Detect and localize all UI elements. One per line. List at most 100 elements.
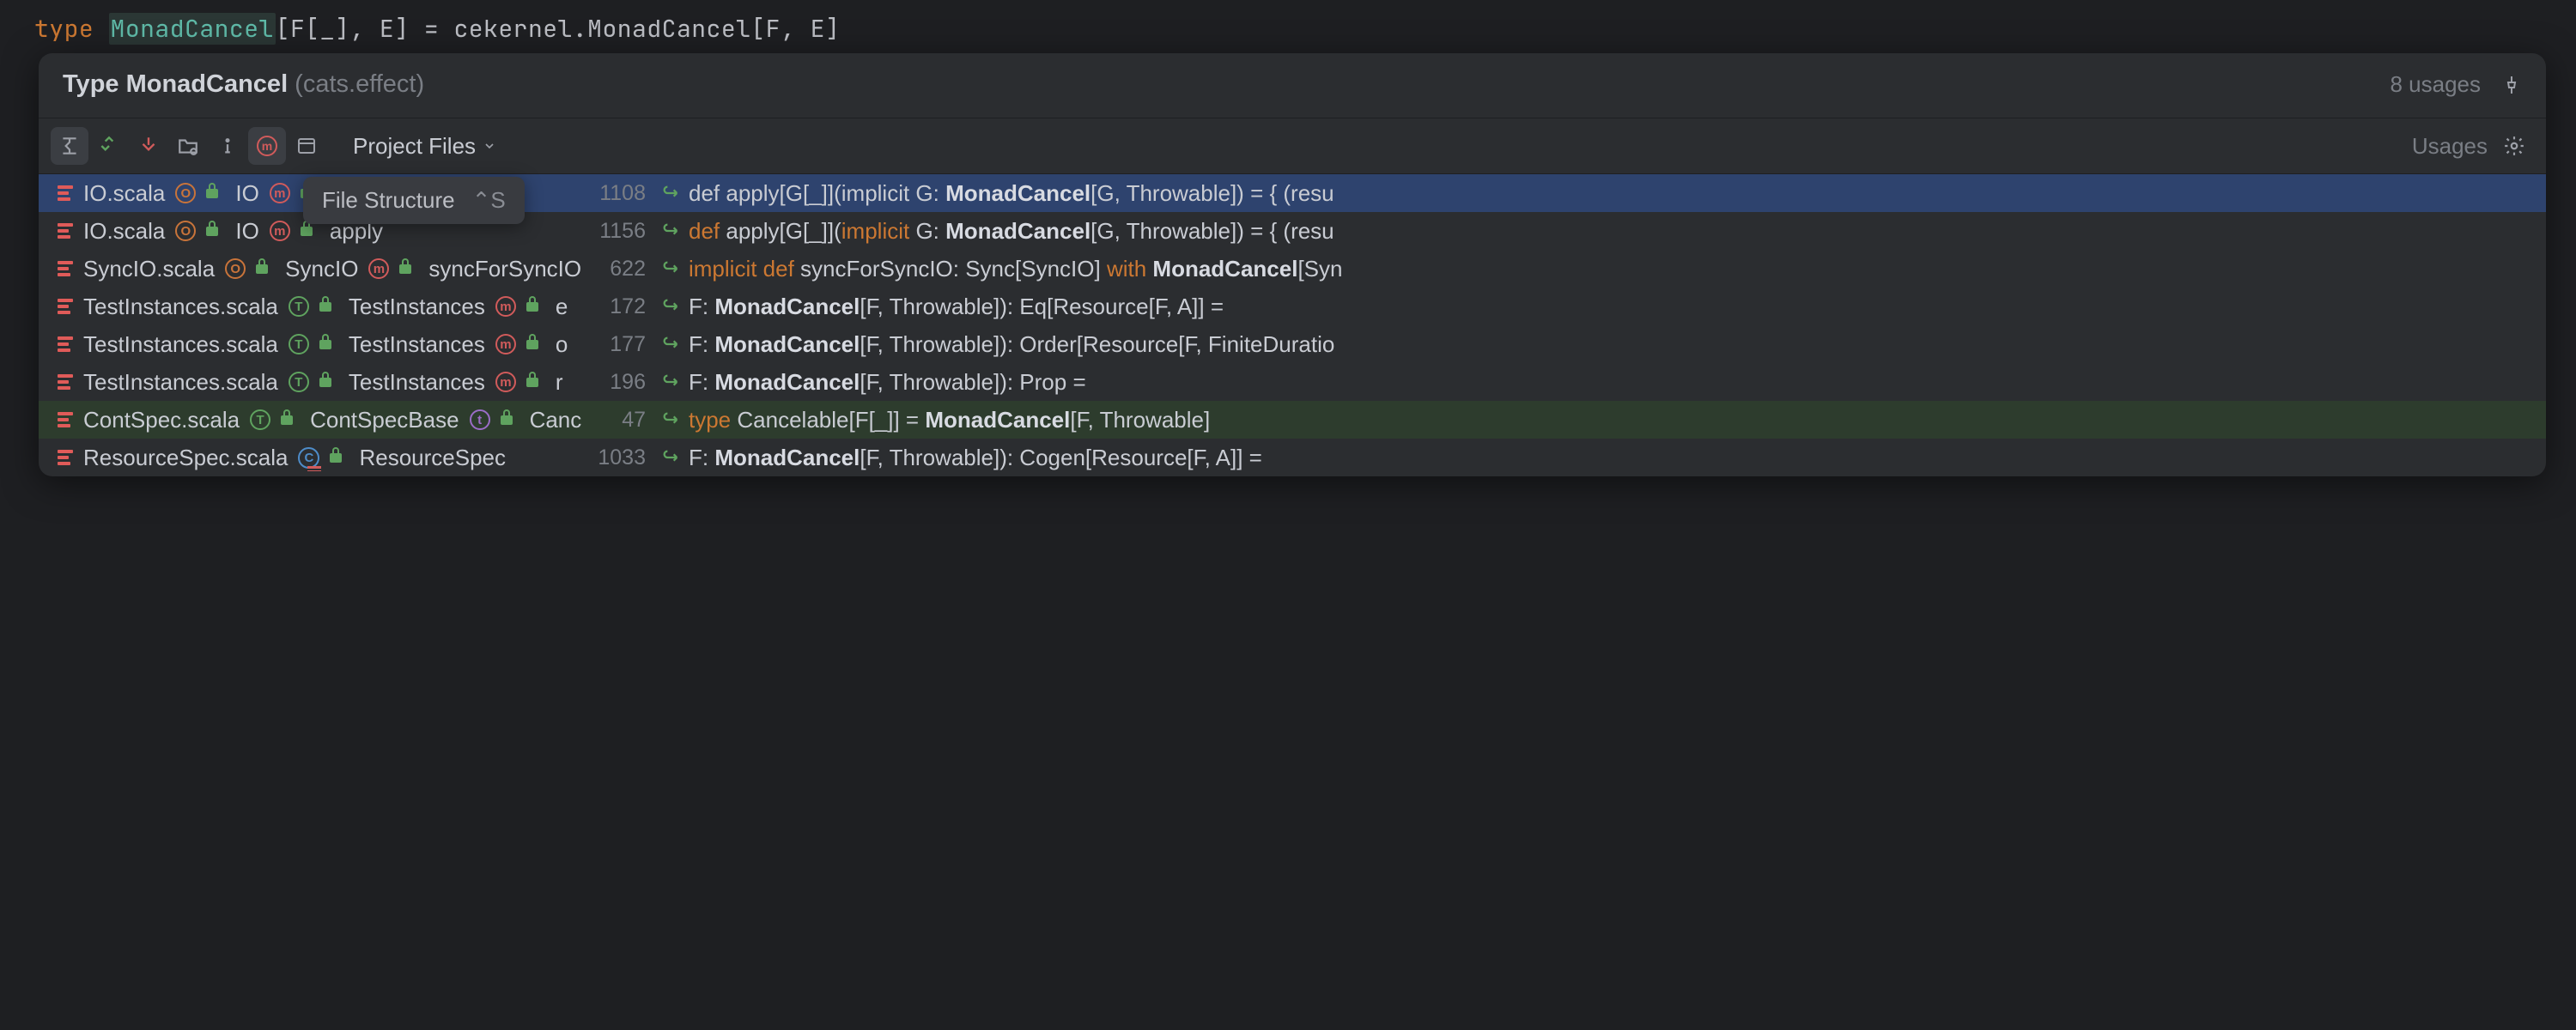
scala-file-icon <box>58 185 73 201</box>
lock-icon <box>319 298 338 316</box>
scope-selector[interactable]: Project Files <box>339 127 510 165</box>
file-name: TestInstances.scala <box>83 331 278 358</box>
lock-icon <box>501 411 519 429</box>
file-name: IO.scala <box>83 180 165 207</box>
rhs-qualifier: cekernel.MonadCancel <box>453 13 750 45</box>
lock-icon <box>206 222 225 240</box>
file-name: SyncIO.scala <box>83 256 215 282</box>
scala-file-icon <box>58 374 73 390</box>
class-name: SyncIO <box>285 256 358 282</box>
return-icon <box>661 410 680 429</box>
result-row[interactable]: ResourceSpec.scala C ResourceSpec 1033 F… <box>39 439 2546 476</box>
usage-code: def apply[G[_]](implicit G: MonadCancel[… <box>689 218 1334 245</box>
method-icon: m <box>270 221 290 241</box>
object-icon: O <box>175 183 196 203</box>
type-name[interactable]: MonadCancel <box>109 13 276 45</box>
lock-icon <box>526 373 545 391</box>
gear-icon[interactable] <box>2503 135 2525 157</box>
usage-code: F: MonadCancel[F, Throwable]): Order[Res… <box>689 331 1334 358</box>
usage-count: 8 usages <box>2390 71 2481 98</box>
return-icon <box>661 373 680 391</box>
line-number: 47 <box>586 408 646 433</box>
class-name: IO <box>235 180 258 207</box>
line-number: 1156 <box>586 219 646 244</box>
lock-icon <box>526 336 545 354</box>
return-icon <box>661 259 680 278</box>
line-number: 1108 <box>586 181 646 206</box>
trait-icon: T <box>289 334 309 354</box>
scala-file-icon <box>58 412 73 427</box>
object-icon: O <box>175 221 196 241</box>
lock-icon <box>256 260 275 278</box>
usages-tab[interactable]: Usages <box>2412 133 2488 160</box>
trait-icon: T <box>289 372 309 392</box>
file-name: ResourceSpec.scala <box>83 445 288 471</box>
directory-icon[interactable] <box>169 127 207 165</box>
navigate-with-arrow-icon[interactable] <box>51 127 88 165</box>
lock-icon <box>206 185 225 203</box>
usage-code: F: MonadCancel[F, Throwable]): Eq[Resour… <box>689 294 1224 320</box>
member-name: r <box>556 369 563 396</box>
return-icon <box>661 297 680 316</box>
keyword-type: type <box>34 13 94 45</box>
line-number: 196 <box>586 370 646 395</box>
chevron-down-icon <box>483 139 496 153</box>
tooltip-label: File Structure <box>322 187 455 214</box>
method-icon: m <box>368 258 389 279</box>
preview-icon[interactable] <box>288 127 325 165</box>
popup-header: Type MonadCancel (cats.effect) 8 usages <box>39 53 2546 118</box>
popup-toolbar: m Project Files Usages <box>39 118 2546 174</box>
result-row[interactable]: SyncIO.scala O SyncIO m syncForSyncIO 622… <box>39 250 2546 288</box>
object-icon: O <box>225 258 246 279</box>
file-name: TestInstances.scala <box>83 294 278 320</box>
member-name: o <box>556 331 568 358</box>
line-number: 172 <box>586 294 646 319</box>
pin-icon[interactable] <box>2501 75 2522 95</box>
trait-icon: T <box>289 296 309 317</box>
method-icon: m <box>495 296 516 317</box>
class-icon: C <box>298 447 319 469</box>
file-structure-tooltip: File Structure ⌃S <box>303 177 525 224</box>
method-icon: m <box>270 183 290 203</box>
usages-popup: Type MonadCancel (cats.effect) 8 usages … <box>39 53 2546 476</box>
lock-icon <box>301 222 319 240</box>
lock-icon <box>319 373 338 391</box>
lock-icon <box>330 449 349 467</box>
trait-icon: T <box>250 409 270 430</box>
editor-code-line: type MonadCancel[F[_], E] = cekernel.Mon… <box>0 0 2576 58</box>
expand-icon[interactable] <box>130 127 167 165</box>
class-name: ContSpecBase <box>310 407 459 433</box>
lock-icon <box>399 260 418 278</box>
return-icon <box>661 221 680 240</box>
file-name: ContSpec.scala <box>83 407 240 433</box>
tooltip-shortcut: ⌃S <box>472 187 506 214</box>
class-name: TestInstances <box>349 369 485 396</box>
class-name: IO <box>235 218 258 245</box>
scala-file-icon <box>58 450 73 465</box>
class-name: TestInstances <box>349 294 485 320</box>
class-name: TestInstances <box>349 331 485 358</box>
result-row[interactable]: TestInstances.scala T TestInstances mo 1… <box>39 325 2546 363</box>
file-name: TestInstances.scala <box>83 369 278 396</box>
collapse-icon[interactable] <box>90 127 128 165</box>
info-icon[interactable] <box>209 127 246 165</box>
file-structure-button[interactable]: m <box>248 127 286 165</box>
line-number: 622 <box>586 257 646 282</box>
file-name: IO.scala <box>83 218 165 245</box>
lock-icon <box>281 411 300 429</box>
class-name: ResourceSpec <box>359 445 506 471</box>
lock-icon <box>526 298 545 316</box>
usage-code: implicit def syncForSyncIO: Sync[SyncIO]… <box>689 256 1342 282</box>
return-icon <box>661 335 680 354</box>
scala-file-icon <box>58 261 73 276</box>
popup-title: Type MonadCancel (cats.effect) <box>63 70 424 99</box>
scala-file-icon <box>58 336 73 352</box>
type-params: [F[_], E] <box>276 13 410 45</box>
return-icon <box>661 184 680 203</box>
result-row[interactable]: TestInstances.scala T TestInstances mr 1… <box>39 363 2546 401</box>
method-icon: m <box>495 334 516 354</box>
member-name: syncForSyncIO <box>428 256 581 282</box>
scala-file-icon <box>58 223 73 239</box>
result-row[interactable]: ContSpec.scala T ContSpecBase tCanc 47 t… <box>39 401 2546 439</box>
result-row[interactable]: TestInstances.scala T TestInstances me 1… <box>39 288 2546 325</box>
